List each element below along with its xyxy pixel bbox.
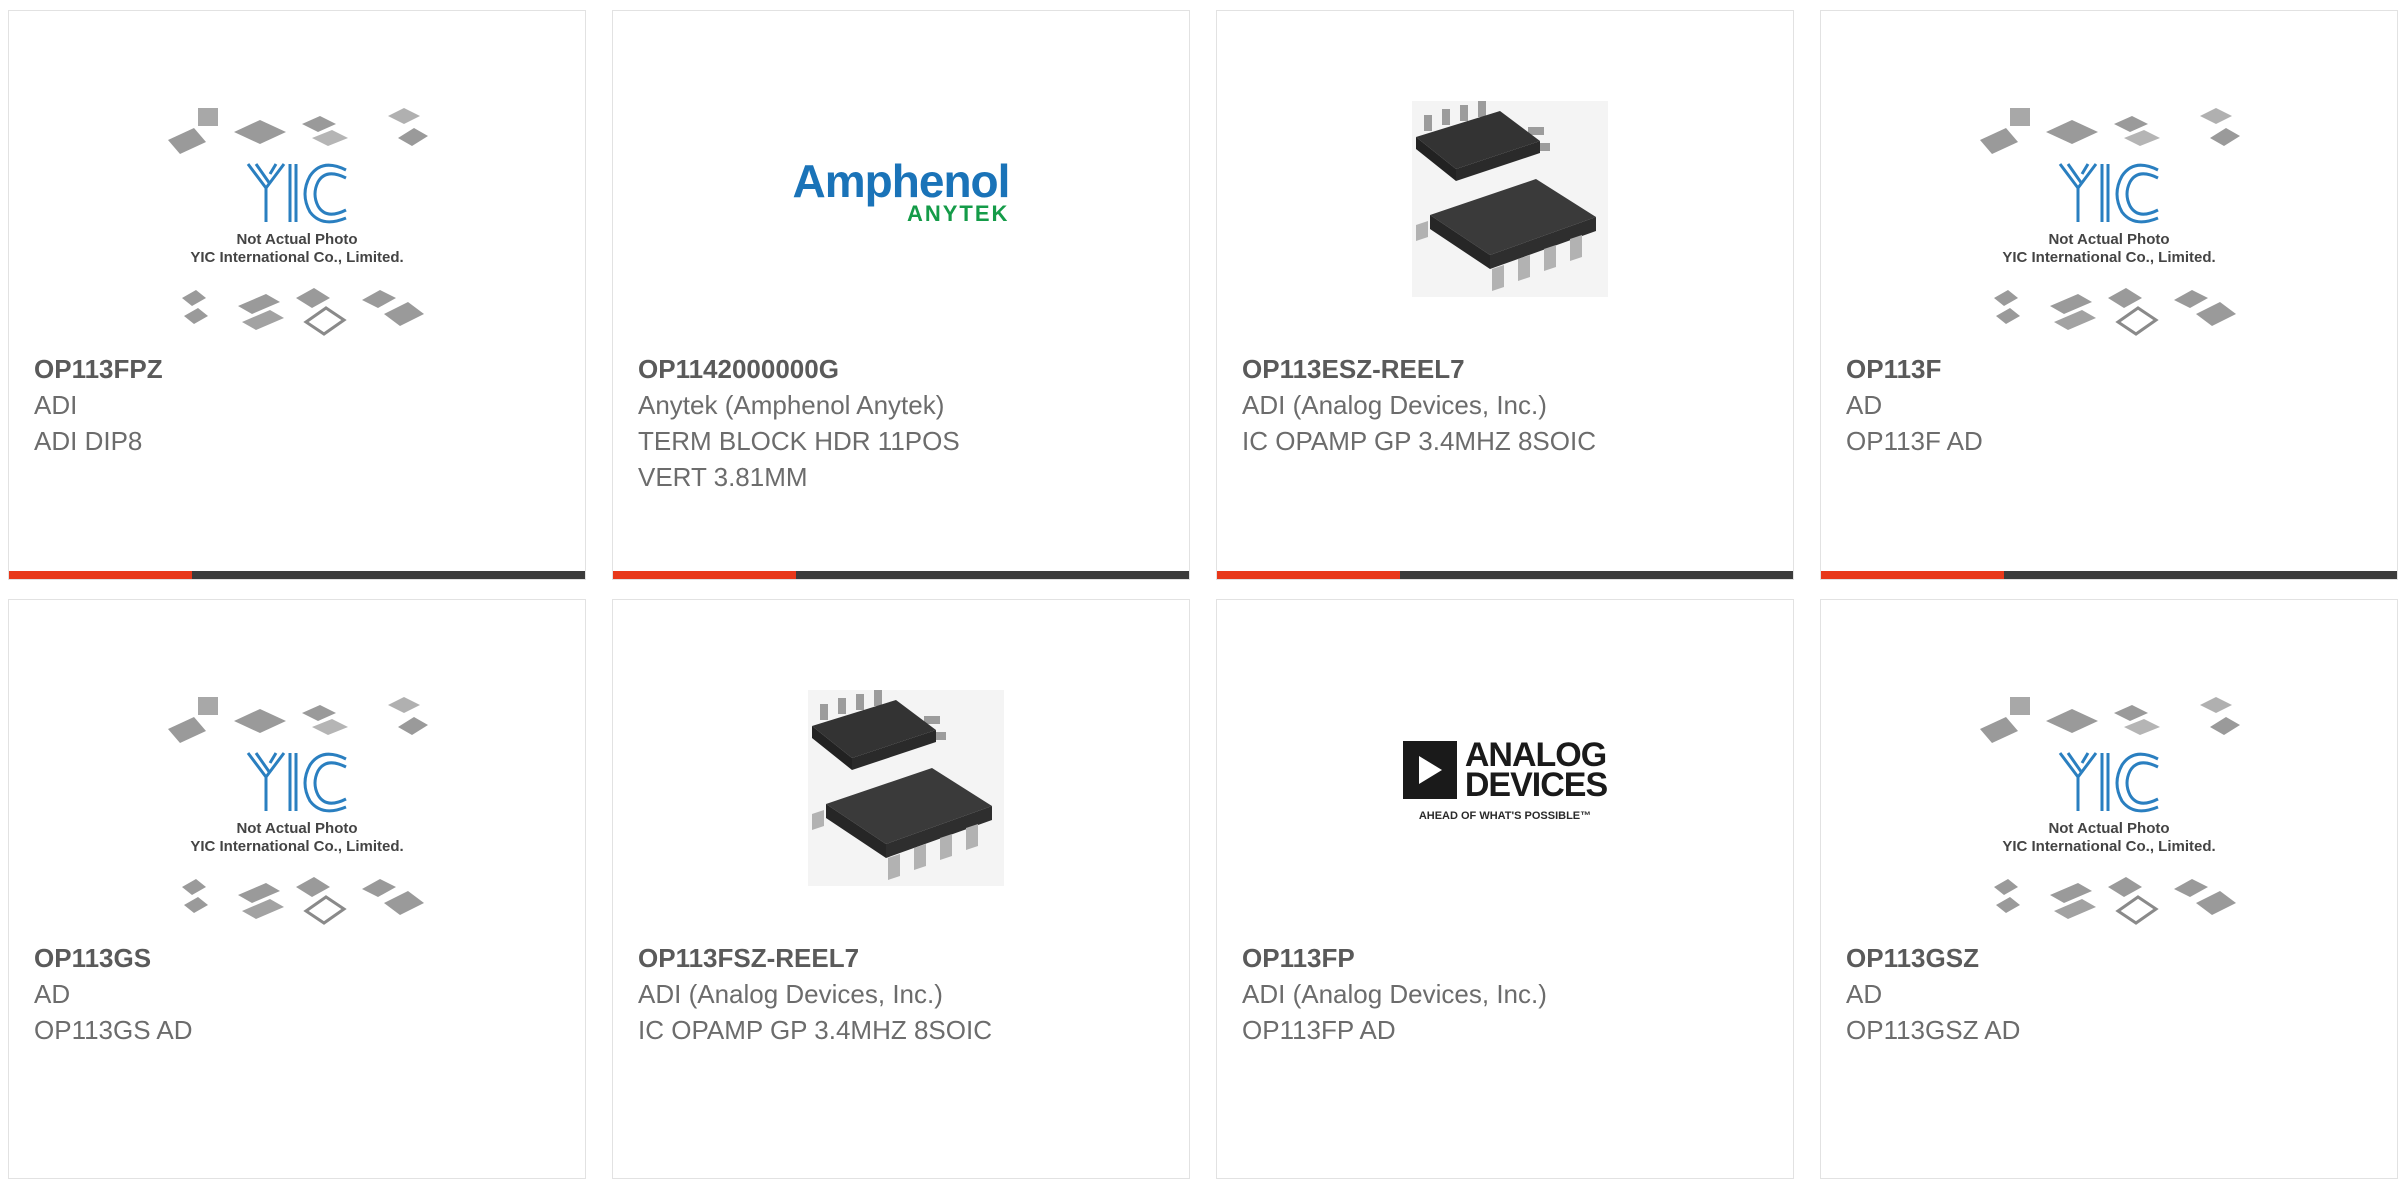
description-line: IC OPAMP GP 3.4MHZ 8SOIC	[638, 1015, 992, 1045]
product-card[interactable]: Amphenol ANYTEK OP1142000000G Anytek (Am…	[612, 10, 1190, 580]
soic8-chip-icon	[1412, 101, 1608, 297]
part-number-link[interactable]: OP113GSZ	[1846, 940, 2377, 976]
product-info: OP113FSZ-REEL7 ADI (Analog Devices, Inc.…	[638, 940, 1169, 1048]
product-image-placeholder: Not Actual Photo YIC International Co., …	[1969, 686, 2249, 936]
part-number-link[interactable]: OP113ESZ-REEL7	[1242, 351, 1773, 387]
image-caption-line1: Not Actual Photo	[236, 231, 357, 248]
part-number-link[interactable]: OP113FSZ-REEL7	[638, 940, 1169, 976]
product-image-placeholder: Not Actual Photo YIC International Co., …	[157, 686, 437, 936]
description-line: VERT 3.81MM	[638, 462, 808, 492]
description-line: OP113GSZ AD	[1846, 1015, 2021, 1045]
part-number-link[interactable]: OP113GS	[34, 940, 565, 976]
image-caption-line1: Not Actual Photo	[2048, 231, 2169, 248]
image-caption-line2: YIC International Co., Limited.	[2002, 249, 2215, 266]
product-image	[761, 686, 1041, 936]
card-bottom-bar	[1821, 571, 2397, 579]
play-triangle-icon	[1402, 741, 1457, 799]
product-info: OP113FP ADI (Analog Devices, Inc.) OP113…	[1242, 940, 1773, 1048]
part-number-link[interactable]: OP113FP	[1242, 940, 1773, 976]
card-accent	[1217, 571, 1400, 579]
image-caption-line1: Not Actual Photo	[2048, 820, 2169, 837]
product-card[interactable]: OP113FSZ-REEL7 ADI (Analog Devices, Inc.…	[612, 599, 1190, 1179]
image-caption-line2: YIC International Co., Limited.	[190, 249, 403, 266]
product-image	[1365, 97, 1645, 347]
card-accent	[613, 571, 796, 579]
image-caption-line1: Not Actual Photo	[236, 820, 357, 837]
amphenol-logo-icon: Amphenol ANYTEK	[792, 155, 1011, 225]
description-line: OP113F AD	[1846, 426, 1983, 456]
image-caption-line2: YIC International Co., Limited.	[190, 838, 403, 855]
logo-text-line2: DEVICES	[1464, 766, 1608, 804]
logo-tagline: AHEAD OF WHAT'S POSSIBLE™	[1418, 810, 1592, 822]
product-grid: Not Actual Photo YIC International Co., …	[0, 0, 2400, 1179]
description-line: OP113FP AD	[1242, 1015, 1396, 1045]
yic-placeholder-icon: Not Actual Photo YIC International Co., …	[168, 697, 428, 925]
product-info: OP113GS AD OP113GS AD	[34, 940, 565, 1048]
card-bottom-bar	[613, 571, 1189, 579]
manufacturer: ADI	[34, 390, 78, 420]
manufacturer: AD	[34, 979, 71, 1009]
product-card[interactable]: Not Actual Photo YIC International Co., …	[1820, 10, 2398, 580]
product-info: OP113FPZ ADI ADI DIP8	[34, 351, 565, 459]
product-info: OP1142000000G Anytek (Amphenol Anytek) T…	[638, 351, 1169, 495]
manufacturer-logo: ANALOG DEVICES AHEAD OF WHAT'S POSSIBLE™	[1365, 686, 1645, 936]
part-number-link[interactable]: OP113F	[1846, 351, 2377, 387]
yic-placeholder-icon: Not Actual Photo YIC International Co., …	[1980, 697, 2240, 925]
image-caption-line2: YIC International Co., Limited.	[2002, 838, 2215, 855]
product-card[interactable]: Not Actual Photo YIC International Co., …	[1820, 599, 2398, 1179]
product-image-placeholder: Not Actual Photo YIC International Co., …	[1969, 97, 2249, 347]
manufacturer: ADI (Analog Devices, Inc.)	[638, 979, 943, 1009]
part-number-link[interactable]: OP1142000000G	[638, 351, 1169, 387]
description-line: OP113GS AD	[34, 1015, 193, 1045]
card-bottom-bar	[1217, 571, 1793, 579]
manufacturer: ADI (Analog Devices, Inc.)	[1242, 979, 1547, 1009]
manufacturer: AD	[1846, 979, 1883, 1009]
description-line: IC OPAMP GP 3.4MHZ 8SOIC	[1242, 426, 1596, 456]
manufacturer: ADI (Analog Devices, Inc.)	[1242, 390, 1547, 420]
card-bottom-bar	[9, 571, 585, 579]
manufacturer-logo: Amphenol ANYTEK	[761, 97, 1041, 347]
yic-placeholder-icon: Not Actual Photo YIC International Co., …	[168, 108, 428, 336]
manufacturer: AD	[1846, 390, 1883, 420]
analog-devices-logo-icon: ANALOG DEVICES AHEAD OF WHAT'S POSSIBLE™	[1402, 738, 1608, 822]
product-card[interactable]: Not Actual Photo YIC International Co., …	[8, 599, 586, 1179]
product-image-placeholder: Not Actual Photo YIC International Co., …	[157, 97, 437, 347]
soic8-chip-icon	[808, 690, 1004, 886]
description-line: TERM BLOCK HDR 11POS	[638, 426, 960, 456]
product-card[interactable]: Not Actual Photo YIC International Co., …	[8, 10, 586, 580]
description-line: ADI DIP8	[34, 426, 143, 456]
card-accent	[9, 571, 192, 579]
product-card[interactable]: ANALOG DEVICES AHEAD OF WHAT'S POSSIBLE™…	[1216, 599, 1794, 1179]
product-info: OP113F AD OP113F AD	[1846, 351, 2377, 459]
card-accent	[1821, 571, 2004, 579]
part-number-link[interactable]: OP113FPZ	[34, 351, 565, 387]
product-info: OP113ESZ-REEL7 ADI (Analog Devices, Inc.…	[1242, 351, 1773, 459]
logo-text-main: Amphenol	[792, 155, 1011, 207]
manufacturer: Anytek (Amphenol Anytek)	[638, 390, 945, 420]
yic-placeholder-icon: Not Actual Photo YIC International Co., …	[1980, 108, 2240, 336]
product-card[interactable]: OP113ESZ-REEL7 ADI (Analog Devices, Inc.…	[1216, 10, 1794, 580]
product-info: OP113GSZ AD OP113GSZ AD	[1846, 940, 2377, 1048]
